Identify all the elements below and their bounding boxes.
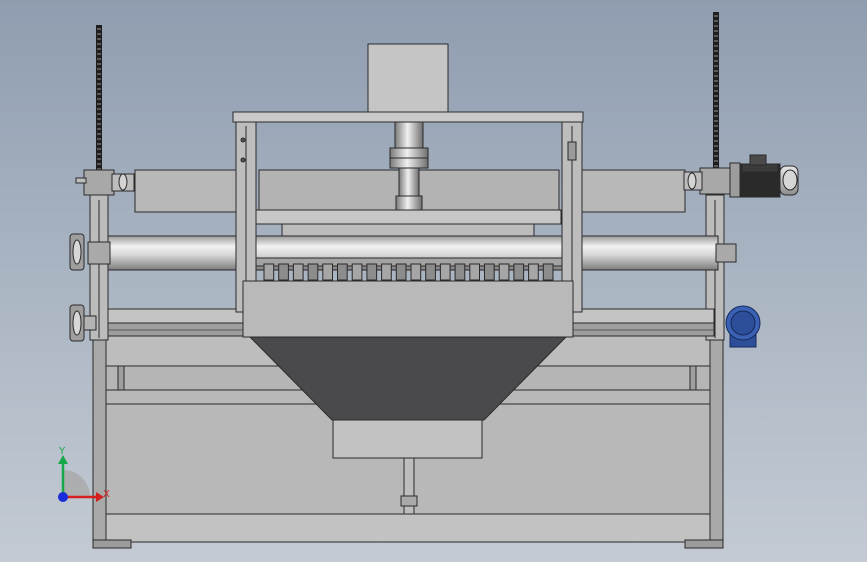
chain-link bbox=[714, 145, 718, 147]
chain-link bbox=[97, 153, 101, 155]
chain-link bbox=[714, 130, 718, 132]
chain-link bbox=[97, 73, 101, 75]
chain-link bbox=[97, 43, 101, 45]
chain-link bbox=[97, 133, 101, 135]
sprocket-icon bbox=[69, 233, 85, 271]
chain-link bbox=[714, 20, 718, 22]
chain-link bbox=[714, 50, 718, 52]
chain-link bbox=[714, 65, 718, 67]
comb-tooth bbox=[337, 263, 348, 281]
chain-link bbox=[97, 138, 101, 140]
motor-icon bbox=[725, 305, 761, 348]
chain-link bbox=[714, 25, 718, 27]
chain-link bbox=[714, 75, 718, 77]
chain-link bbox=[714, 45, 718, 47]
chain-link bbox=[714, 90, 718, 92]
comb-tooth bbox=[439, 263, 451, 281]
chain-link bbox=[97, 128, 101, 130]
chain-link bbox=[97, 28, 101, 30]
chain-link bbox=[714, 140, 718, 142]
gearbox-icon bbox=[75, 169, 135, 196]
axis-x-label: X bbox=[103, 489, 110, 500]
chain-link bbox=[97, 68, 101, 70]
drive-chain-right bbox=[713, 12, 719, 182]
chain-link bbox=[714, 120, 718, 122]
chain-link bbox=[97, 48, 101, 50]
chain-link bbox=[714, 135, 718, 137]
chain-link bbox=[714, 80, 718, 82]
chain-link bbox=[714, 55, 718, 57]
chain-link bbox=[97, 118, 101, 120]
cad-viewport[interactable]: Y X bbox=[0, 0, 867, 562]
chain-link bbox=[97, 98, 101, 100]
comb-tooth bbox=[263, 263, 275, 281]
comb-tooth bbox=[484, 263, 495, 281]
comb-tooth bbox=[513, 263, 525, 281]
chain-link bbox=[97, 158, 101, 160]
chain-link bbox=[714, 95, 718, 97]
chain-link bbox=[97, 83, 101, 85]
chain-link bbox=[97, 63, 101, 65]
chain-link bbox=[97, 148, 101, 150]
comb-tooth bbox=[292, 263, 304, 281]
motor-icon bbox=[729, 154, 799, 198]
top-housing bbox=[367, 43, 449, 113]
chain-link bbox=[97, 103, 101, 105]
chain-link bbox=[714, 155, 718, 157]
chain-link bbox=[714, 40, 718, 42]
comb-tooth bbox=[278, 263, 289, 281]
chain-link bbox=[714, 165, 718, 167]
comb-tooth bbox=[307, 263, 319, 281]
chain-link bbox=[97, 108, 101, 110]
chain-link bbox=[97, 123, 101, 125]
chain-link bbox=[714, 100, 718, 102]
chain-link bbox=[714, 125, 718, 127]
chain-link bbox=[97, 113, 101, 115]
comb-tooth bbox=[381, 263, 392, 281]
chain-link bbox=[714, 60, 718, 62]
axis-y-label: Y bbox=[58, 446, 66, 457]
chain-link bbox=[714, 115, 718, 117]
chain-link bbox=[714, 160, 718, 162]
chain-link bbox=[97, 143, 101, 145]
comb-tooth bbox=[322, 263, 333, 281]
gearbox-icon bbox=[683, 167, 731, 195]
chain-link bbox=[714, 70, 718, 72]
comb-tooth bbox=[498, 263, 510, 281]
chain-link bbox=[97, 53, 101, 55]
drive-chain-left bbox=[96, 25, 102, 193]
comb-tooth bbox=[542, 263, 554, 281]
chain-link bbox=[714, 30, 718, 32]
chain-link bbox=[97, 163, 101, 165]
central-spindle bbox=[389, 121, 429, 211]
comb-tooth bbox=[351, 263, 363, 281]
chain-link bbox=[714, 35, 718, 37]
chain-link bbox=[714, 15, 718, 17]
chain-link bbox=[97, 78, 101, 80]
chain-link bbox=[714, 85, 718, 87]
comb-tooth bbox=[395, 263, 407, 281]
comb-tooth bbox=[454, 263, 466, 281]
chain-link bbox=[97, 33, 101, 35]
chain-link bbox=[97, 88, 101, 90]
comb-tooth bbox=[469, 263, 480, 281]
comb-tooth bbox=[366, 263, 378, 281]
comb-tooth bbox=[410, 263, 422, 281]
chain-link bbox=[714, 110, 718, 112]
comb-tooth bbox=[528, 263, 539, 281]
chain-link bbox=[97, 58, 101, 60]
chain-link bbox=[714, 105, 718, 107]
chain-link bbox=[714, 150, 718, 152]
chain-link bbox=[97, 93, 101, 95]
comb-tooth bbox=[425, 263, 436, 281]
chain-link bbox=[97, 38, 101, 40]
